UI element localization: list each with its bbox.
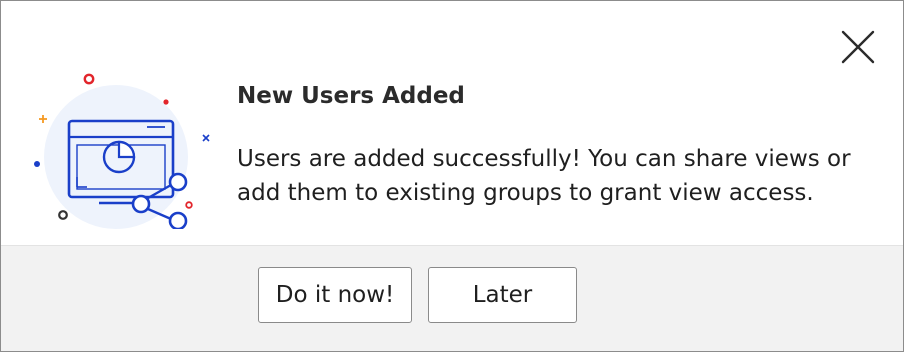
dialog-title: New Users Added — [237, 83, 465, 109]
close-button[interactable] — [839, 28, 877, 66]
do-it-now-button[interactable]: Do it now! — [258, 267, 412, 323]
decor-dot-red-bottom — [185, 201, 193, 209]
decor-ring-dark — [58, 210, 68, 220]
share-report-illustration — [31, 69, 221, 231]
close-icon — [841, 30, 875, 64]
new-users-dialog: New Users Added Users are added successf… — [0, 0, 904, 352]
decor-ring-red — [83, 73, 95, 85]
decor-dot-red-small — [163, 99, 169, 105]
dialog-message: Users are added successfully! You can sh… — [237, 146, 851, 206]
decor-dot-blue — [34, 161, 40, 167]
later-button[interactable]: Later — [428, 267, 577, 323]
dialog-footer: Do it now! Later — [1, 245, 903, 351]
